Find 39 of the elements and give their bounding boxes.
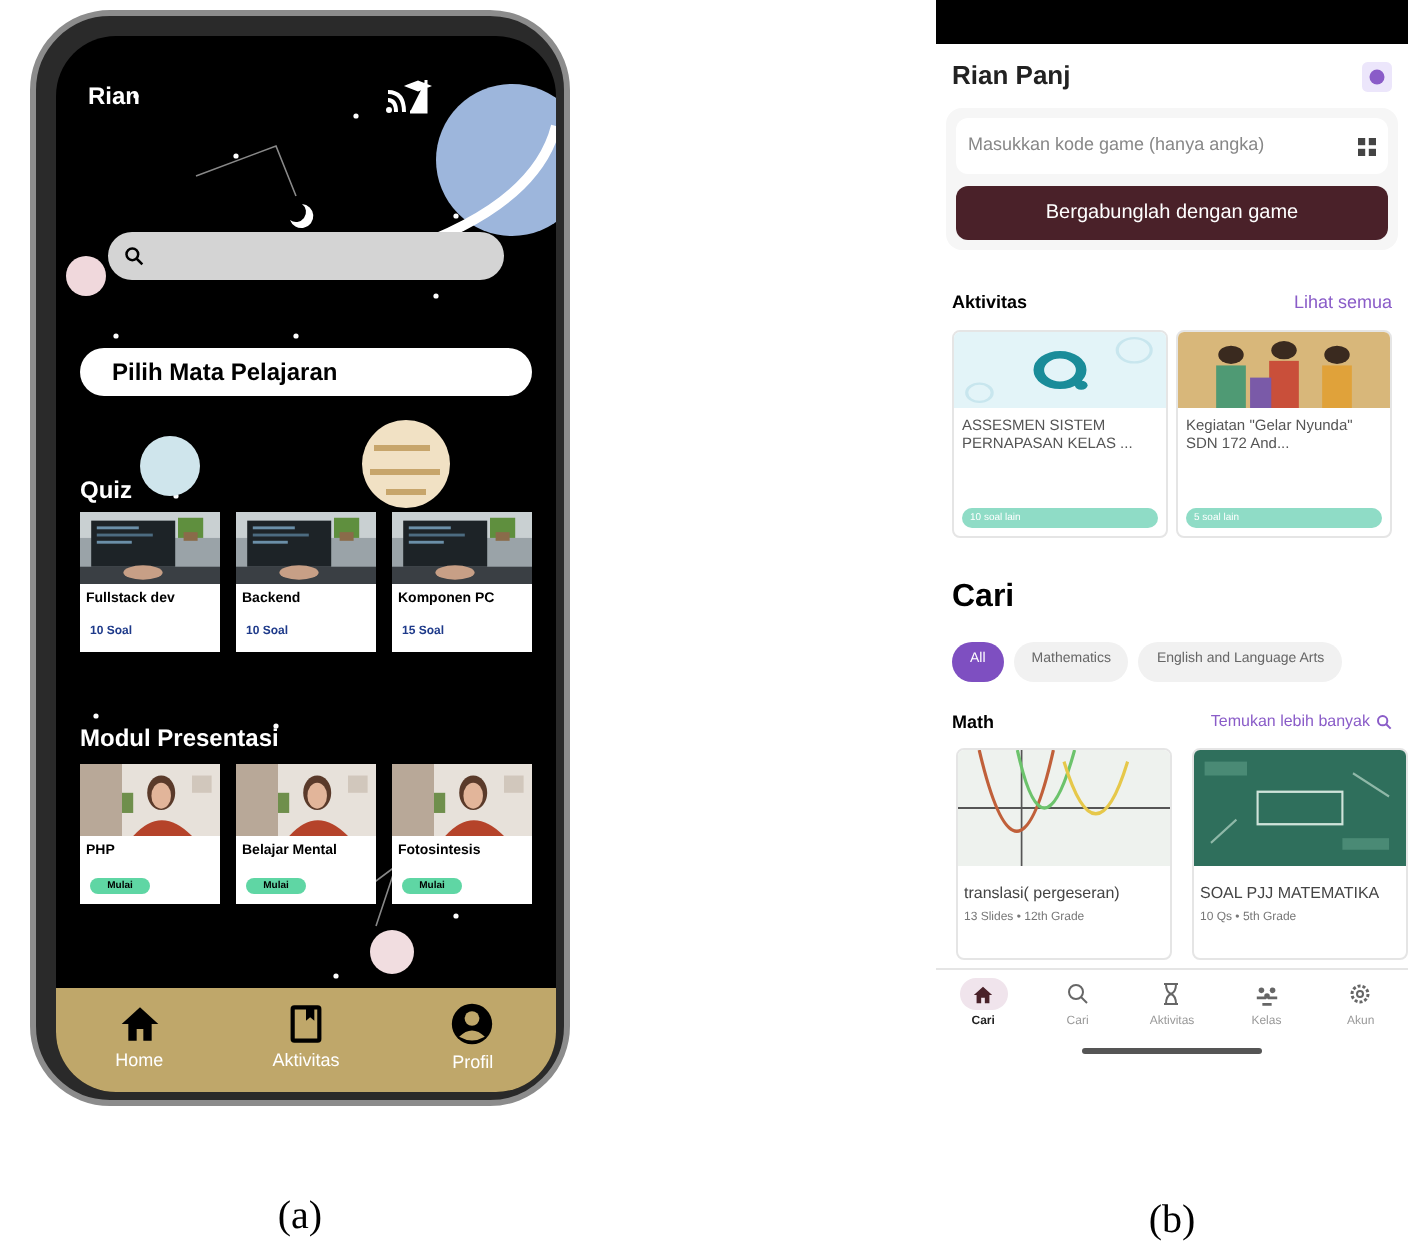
subject-picker[interactable]: Pilih Mata Pelajaran <box>80 348 532 396</box>
user-icon <box>450 1002 495 1047</box>
planet-drawing <box>370 930 414 974</box>
section-title: Quiz <box>78 474 134 508</box>
book-icon <box>287 1004 324 1045</box>
nav-label: Profil <box>452 1050 494 1077</box>
search-icon <box>1376 714 1392 731</box>
home-icon <box>972 983 995 1005</box>
section-title: Aktivitas <box>952 290 1028 316</box>
figure-caption: (b) <box>1148 1196 1196 1246</box>
lesson-title: translasi( pergeseran) <box>962 882 1122 906</box>
search-field[interactable] <box>108 232 504 280</box>
planet-drawing <box>140 436 200 496</box>
home-icon <box>119 1004 160 1045</box>
qr-icon[interactable] <box>1358 137 1376 155</box>
game-code-field[interactable]: Masukkan kode game (hanya angka) <box>956 118 1388 174</box>
people-icon <box>1253 983 1280 1005</box>
join-button[interactable]: Bergabunglah dengan game <box>956 186 1388 240</box>
hourglass-icon <box>1160 982 1183 1006</box>
palette-icon[interactable] <box>1362 61 1392 91</box>
wifi-book-icon[interactable] <box>384 76 432 116</box>
search-icon <box>1065 982 1090 1006</box>
section-title: Math <box>952 709 994 735</box>
nav-label: Aktivitas <box>272 1048 340 1075</box>
section-title: Modul Presentasi <box>78 722 281 756</box>
see-all-link[interactable]: Lihat semua <box>1293 290 1392 317</box>
nav-label: Home <box>115 1048 164 1075</box>
figure-caption: (a) <box>277 1192 323 1242</box>
settings-icon <box>1348 982 1373 1006</box>
user-name: Rian Panj <box>952 58 1071 95</box>
planet-drawing <box>66 256 106 296</box>
moon-drawing <box>290 204 314 228</box>
placeholder: Masukkan kode game (hanya angka) <box>968 132 1265 159</box>
planet-drawing <box>362 420 450 508</box>
search-icon <box>124 246 144 266</box>
more-link[interactable]: Temukan lebih banyak <box>1210 710 1370 735</box>
user-name: Rian <box>88 80 141 114</box>
section-heading: Cari <box>950 577 1017 617</box>
lesson-title: SOAL PJJ MATEMATIKA <box>1198 882 1382 906</box>
